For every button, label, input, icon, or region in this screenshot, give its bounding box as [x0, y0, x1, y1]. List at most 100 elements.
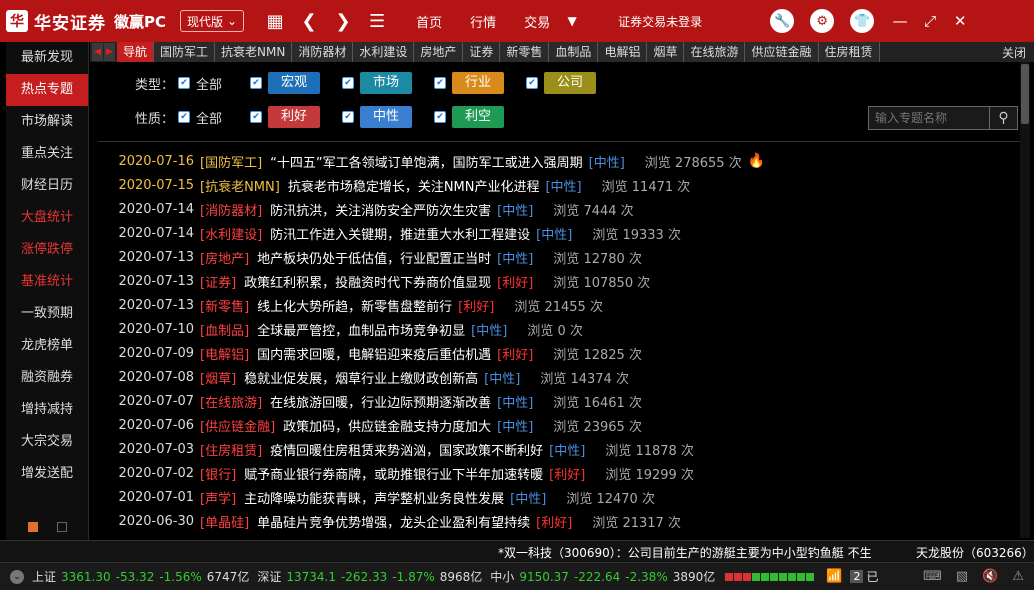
sidebar-item-block-trade[interactable]: 大宗交易: [6, 426, 88, 458]
article-tag[interactable]: [烟草]: [200, 368, 236, 387]
menu-icon[interactable]: ☰: [360, 11, 394, 32]
tab-scroll-right-icon[interactable]: ▶: [104, 43, 115, 61]
chart-icon[interactable]: ▧: [956, 569, 968, 584]
article-tag[interactable]: [消防器材]: [200, 200, 262, 219]
nature-negative-option[interactable]: ✔ 利空: [434, 106, 505, 128]
list-item[interactable]: 2020-07-03 [住房租赁] 疫情回暖住房租赁来势汹汹，国家政策不断利好 [中性…: [90, 437, 1020, 461]
article-tag[interactable]: [住房租赁]: [200, 440, 262, 459]
sidebar-item-market-stats[interactable]: 大盘统计: [6, 202, 88, 234]
article-title[interactable]: 在线旅游回暖，行业边际预期逐渐改善: [270, 392, 491, 411]
article-title[interactable]: 国内需求回暖，电解铝迎来疫后重估机遇: [257, 344, 491, 363]
forward-arrow-icon[interactable]: ❯: [326, 11, 360, 32]
tab-scroll-left-icon[interactable]: ◀: [92, 43, 103, 61]
list-item[interactable]: 2020-07-09 [电解铝] 国内需求回暖，电解铝迎来疫后重估机遇 [利好] 浏览 …: [90, 341, 1020, 365]
article-title[interactable]: 疫情回暖住房租赁来势汹汹，国家政策不断利好: [270, 440, 543, 459]
tab-topic[interactable]: 住房租赁: [818, 42, 880, 62]
article-title[interactable]: 全球最严管控，血制品市场竞争初显: [257, 320, 465, 339]
sidebar-item-latest[interactable]: 最新发现: [6, 42, 88, 74]
list-item[interactable]: 2020-07-15 [抗衰老NMN] 抗衰老市场稳定增长，关注NMN产业化进程 [中…: [90, 173, 1020, 197]
article-tag[interactable]: [国防军工]: [200, 152, 262, 171]
article-tag[interactable]: [房地产]: [200, 248, 249, 267]
article-title[interactable]: 稳就业促发展，烟草行业上缴财政创新高: [244, 368, 478, 387]
list-item[interactable]: 2020-07-08 [烟草] 稳就业促发展，烟草行业上缴财政创新高 [中性] 浏览 1…: [90, 365, 1020, 389]
tab-topic[interactable]: 水利建设: [353, 42, 415, 62]
sidebar-item-calendar[interactable]: 财经日历: [6, 170, 88, 202]
tab-topic[interactable]: 消防器材: [292, 42, 354, 62]
article-tag[interactable]: [血制品]: [200, 320, 249, 339]
article-tag[interactable]: [证券]: [200, 272, 236, 291]
nav-quotes[interactable]: 行情: [470, 12, 496, 31]
list-item[interactable]: 2020-07-02 [银行] 赋予商业银行券商牌，或助推银行业下半年加速转暖 [利好…: [90, 461, 1020, 485]
sidebar-item-consensus[interactable]: 一致预期: [6, 298, 88, 330]
article-tag[interactable]: [声学]: [200, 488, 236, 507]
article-tag[interactable]: [水利建设]: [200, 224, 262, 243]
nature-all-checkbox[interactable]: ✔ 全部: [178, 108, 222, 127]
article-title[interactable]: 防汛工作进入关键期，推进重大水利工程建设: [270, 224, 530, 243]
type-industry-option[interactable]: ✔ 行业: [434, 72, 505, 94]
close-tab-button[interactable]: 关闭: [994, 44, 1034, 61]
sidebar-item-market-analysis[interactable]: 市场解读: [6, 106, 88, 138]
sidebar-item-limit-updown[interactable]: 涨停跌停: [6, 234, 88, 266]
article-tag[interactable]: [单晶硅]: [200, 512, 249, 531]
index-name[interactable]: 上证: [32, 568, 56, 585]
sidebar-item-margin[interactable]: 融资融券: [6, 362, 88, 394]
tab-topic[interactable]: 在线旅游: [684, 42, 746, 62]
article-title[interactable]: 赋予商业银行券商牌，或助推银行业下半年加速转暖: [244, 464, 543, 483]
type-macro-option[interactable]: ✔ 宏观: [250, 72, 321, 94]
article-title[interactable]: 地产板块仍处于低估值，行业配置正当时: [257, 248, 491, 267]
article-title[interactable]: 政策加码，供应链金融支持力度加大: [283, 416, 491, 435]
list-item[interactable]: 2020-07-14 [消防器材] 防汛抗洪，关注消防安全严防次生灾害 [中性] 浏览 …: [90, 197, 1020, 221]
sidebar-item-placement[interactable]: 增发送配: [6, 458, 88, 490]
mute-icon[interactable]: 🔇: [982, 569, 998, 584]
tab-topic[interactable]: 新零售: [500, 42, 550, 62]
sidebar-item-hot-topics[interactable]: 热点专题: [6, 74, 88, 106]
list-item[interactable]: 2020-07-13 [新零售] 线上化大势所趋，新零售盘整前行 [利好] 浏览 214…: [90, 293, 1020, 317]
warning-icon[interactable]: ⚠: [1012, 569, 1024, 584]
article-tag[interactable]: [在线旅游]: [200, 392, 262, 411]
scrollbar[interactable]: [1020, 62, 1030, 538]
list-item[interactable]: 2020-07-01 [声学] 主动降噪功能获青睐，声学整机业务良性发展 [中性] 浏览…: [90, 485, 1020, 509]
chevron-down-icon[interactable]: ⌄: [10, 569, 24, 584]
wrench-icon[interactable]: 🔧: [770, 9, 795, 33]
signal-icon[interactable]: 📶: [826, 569, 842, 584]
page-dot-active[interactable]: [28, 522, 38, 532]
article-title[interactable]: “十四五”军工各领域订单饱满，国防军工或进入强周期: [270, 152, 582, 171]
tab-topic[interactable]: 证券: [463, 42, 501, 62]
login-status[interactable]: 证券交易未登录: [618, 13, 702, 30]
article-tag[interactable]: [供应链金融]: [200, 416, 275, 435]
type-all-checkbox[interactable]: ✔ 全部: [178, 74, 222, 93]
search-input[interactable]: [869, 111, 989, 125]
tab-topic[interactable]: 国防军工: [154, 42, 216, 62]
ticker-text-next[interactable]: 天龙股份（603266）: [916, 544, 1034, 561]
article-tag[interactable]: [抗衰老NMN]: [200, 176, 280, 195]
grid-icon[interactable]: ▦: [258, 11, 292, 32]
list-item[interactable]: 2020-07-16 [国防军工] “十四五”军工各领域订单饱满，国防军工或进入强周…: [90, 149, 1020, 173]
keyboard-icon[interactable]: ⌨: [923, 569, 942, 584]
article-title[interactable]: 主动降噪功能获青睐，声学整机业务良性发展: [244, 488, 504, 507]
nav-home[interactable]: 首页: [416, 12, 442, 31]
list-item[interactable]: 2020-07-07 [在线旅游] 在线旅游回暖，行业边际预期逐渐改善 [中性] 浏览 …: [90, 389, 1020, 413]
article-title[interactable]: 单晶硅片竞争优势增强，龙头企业盈利有望持续: [257, 512, 530, 531]
article-tag[interactable]: [银行]: [200, 464, 236, 483]
tab-topic[interactable]: 房地产: [414, 42, 464, 62]
list-item[interactable]: 2020-06-30 [单晶硅] 单晶硅片竞争优势增强，龙头企业盈利有望持续 [利好]…: [90, 509, 1020, 533]
tab-topic[interactable]: 电解铝: [598, 42, 648, 62]
scrollbar-thumb[interactable]: [1021, 64, 1029, 124]
article-title[interactable]: 政策红利积累，投融资时代下券商价值显现: [244, 272, 491, 291]
gear-icon[interactable]: ⚙: [810, 9, 835, 33]
version-select[interactable]: 现代版 ⌄: [180, 10, 245, 32]
search-icon[interactable]: ⚲: [989, 107, 1017, 129]
dropdown-caret-icon[interactable]: ▼: [564, 14, 580, 28]
index-name[interactable]: 深证: [257, 568, 281, 585]
article-title[interactable]: 抗衰老市场稳定增长，关注NMN产业化进程: [288, 176, 540, 195]
list-item[interactable]: 2020-07-14 [水利建设] 防汛工作进入关键期，推进重大水利工程建设 [中性]…: [90, 221, 1020, 245]
list-item[interactable]: 2020-07-10 [血制品] 全球最严管控，血制品市场竞争初显 [中性] 浏览 0 …: [90, 317, 1020, 341]
page-dot[interactable]: [57, 522, 67, 532]
nav-trade[interactable]: 交易: [524, 12, 550, 31]
minimize-icon[interactable]: —: [888, 12, 912, 30]
list-item[interactable]: 2020-07-06 [供应链金融] 政策加码，供应链金融支持力度加大 [中性] 浏览 …: [90, 413, 1020, 437]
sidebar-item-focus[interactable]: 重点关注: [6, 138, 88, 170]
sidebar-item-holdings-change[interactable]: 增持减持: [6, 394, 88, 426]
maximize-icon[interactable]: ⤢: [918, 12, 942, 30]
sidebar-item-benchmark[interactable]: 基准统计: [6, 266, 88, 298]
